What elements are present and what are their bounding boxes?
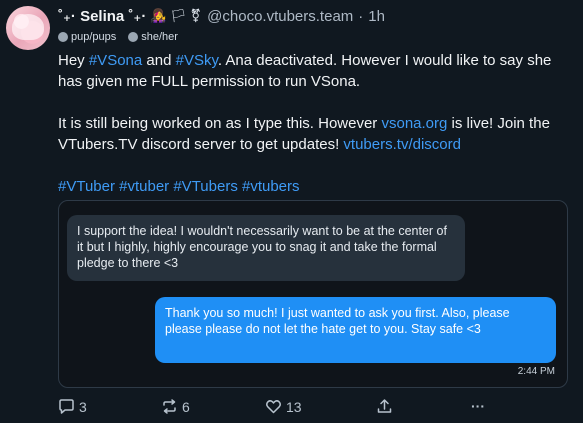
pronoun-list: pup/pups she/her	[58, 31, 178, 43]
share-button[interactable]	[376, 398, 393, 415]
post-time[interactable]: 1h	[368, 8, 385, 25]
action-bar: 3 6 13 ···	[58, 398, 498, 418]
image-attachment[interactable]: I support the idea! I wouldn't necessari…	[58, 200, 568, 388]
pronoun-icon	[128, 32, 139, 42]
web-link[interactable]: vtubers.tv/discord	[343, 136, 461, 153]
text: and	[142, 52, 176, 69]
reply-count: 3	[79, 398, 87, 415]
pronoun-tag: she/her	[128, 31, 178, 43]
like-count: 13	[286, 398, 302, 415]
like-button[interactable]: 13	[265, 398, 302, 415]
text: Hey	[58, 52, 89, 69]
avatar[interactable]	[6, 6, 50, 50]
hashtag-link[interactable]: #VSky	[176, 52, 218, 69]
paragraph: It is still being worked on as I type th…	[58, 113, 573, 155]
more-icon: ···	[471, 398, 485, 414]
post: ˚₊· Selina ˚₊· 👩‍🎤 🏳 ⚧ @choco.vtubers.te…	[0, 0, 583, 423]
pronoun-tag: pup/pups	[58, 31, 116, 43]
separator: ·	[358, 7, 364, 25]
heart-icon	[265, 398, 282, 415]
text: It is still being worked on as I type th…	[58, 115, 382, 132]
post-body: Hey #VSona and #VSky. Ana deactivated. H…	[58, 50, 573, 197]
received-message: I support the idea! I wouldn't necessari…	[67, 215, 465, 281]
post-header: ˚₊· Selina ˚₊· 👩‍🎤 🏳 ⚧ @choco.vtubers.te…	[58, 6, 385, 26]
share-icon	[376, 398, 393, 415]
reply-button[interactable]: 3	[58, 398, 87, 415]
pronoun-label: she/her	[141, 31, 178, 43]
handle[interactable]: @choco.vtubers.team	[207, 8, 353, 25]
avatar-hair	[12, 14, 44, 40]
sent-message: Thank you so much! I just wanted to ask …	[155, 297, 556, 363]
web-link[interactable]: vsona.org	[381, 115, 447, 132]
message-time: 2:44 PM	[517, 366, 555, 377]
repost-count: 6	[182, 398, 190, 415]
hashtag-link[interactable]: #VSona	[89, 52, 142, 69]
display-name[interactable]: ˚₊· Selina ˚₊·	[58, 7, 146, 25]
pronoun-icon	[58, 32, 68, 42]
reply-icon	[58, 398, 75, 415]
more-options-button[interactable]: ···	[471, 398, 485, 414]
pronoun-label: pup/pups	[71, 31, 117, 43]
repost-icon	[161, 398, 178, 415]
name-emoji: 👩‍🎤 🏳 ⚧	[150, 8, 202, 23]
paragraph: Hey #VSona and #VSky. Ana deactivated. H…	[58, 50, 573, 92]
hashtag-links[interactable]: #VTuber #vtuber #VTubers #vtubers	[58, 176, 573, 197]
repost-button[interactable]: 6	[161, 398, 190, 415]
